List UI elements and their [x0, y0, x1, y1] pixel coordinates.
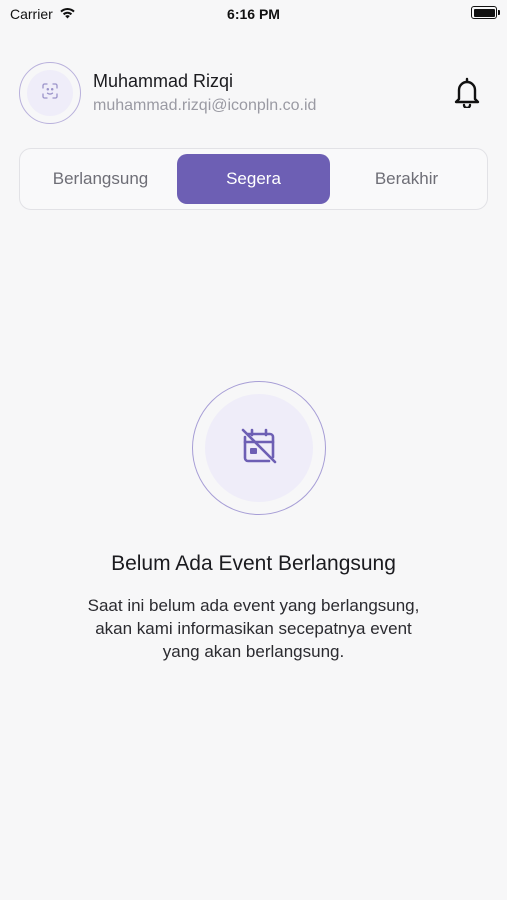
avatar[interactable] [19, 62, 81, 124]
profile-header: Muhammad Rizqi muhammad.rizqi@iconpln.co… [19, 62, 488, 124]
user-email: muhammad.rizqi@iconpln.co.id [93, 97, 317, 114]
empty-state-illustration [192, 381, 326, 515]
user-name: Muhammad Rizqi [93, 71, 234, 91]
calendar-off-icon [240, 427, 278, 470]
tab-berakhir[interactable]: Berakhir [330, 154, 483, 204]
event-screen: Carrier 6:16 PM Muhammad Rizqi muhammad.… [0, 0, 507, 900]
event-tabs: Berlangsung Segera Berakhir [19, 148, 488, 210]
status-bar: Carrier 6:16 PM [0, 0, 507, 28]
empty-state-title: Belum Ada Event Berlangsung [111, 552, 396, 575]
status-time: 6:16 PM [227, 6, 280, 22]
face-scan-icon [42, 82, 58, 104]
empty-state-description-line: Saat ini belum ada event yang berlangsun… [87, 596, 420, 615]
avatar-inner [27, 70, 73, 116]
tab-berlangsung[interactable]: Berlangsung [24, 154, 177, 204]
bell-icon[interactable] [454, 76, 480, 113]
battery-icon [471, 6, 500, 19]
empty-state-description-line: yang akan berlangsung. [162, 642, 345, 661]
tab-segera[interactable]: Segera [177, 154, 330, 204]
empty-state-description-line: akan kami informasikan secepatnya event [95, 619, 412, 638]
battery-level [473, 8, 495, 17]
empty-state-illustration-inner [205, 394, 313, 502]
empty-state-description: Saat ini belum ada event yang berlangsun… [40, 594, 467, 663]
status-right [471, 6, 500, 19]
